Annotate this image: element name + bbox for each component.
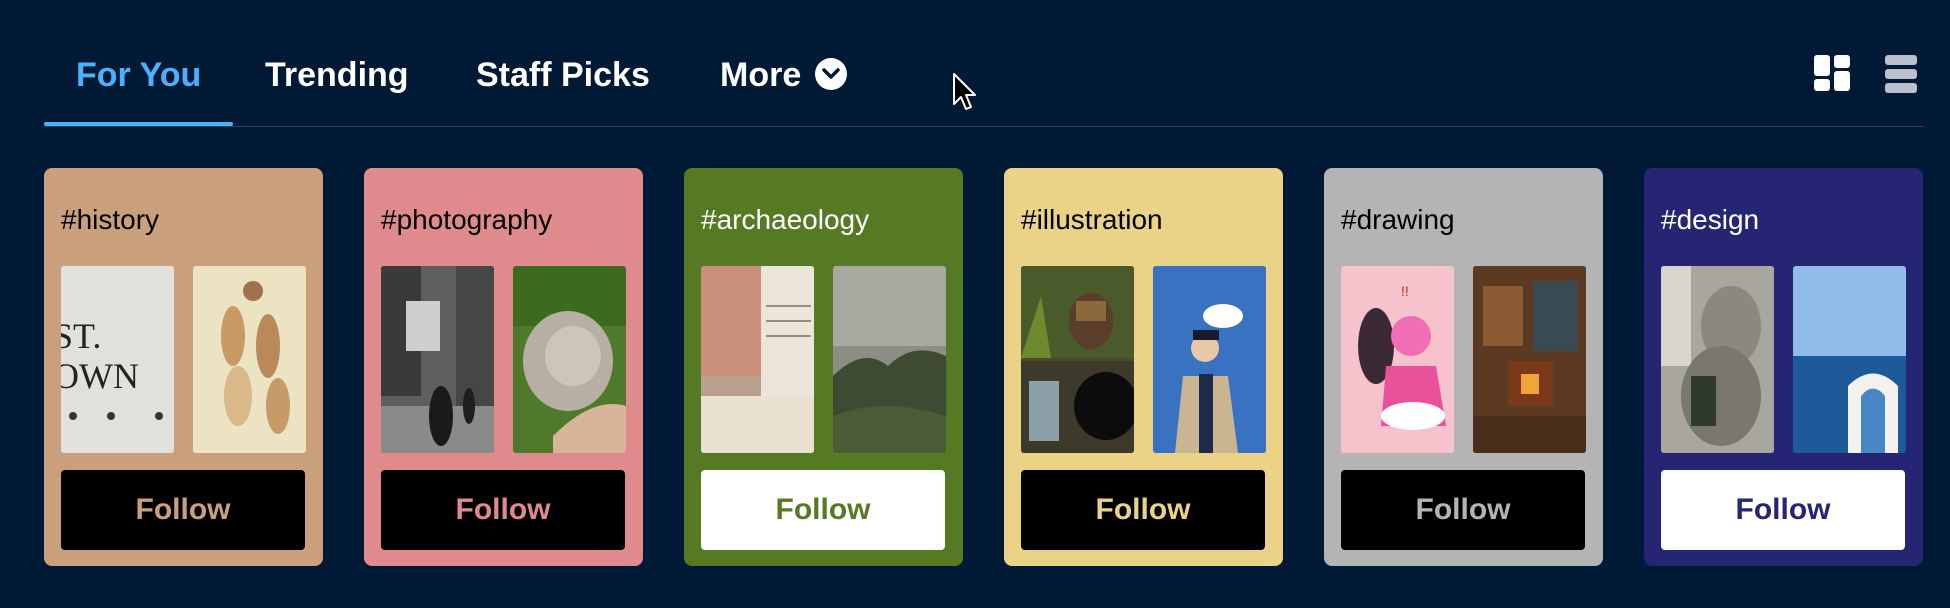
tag-card-history[interactable]: #history ST. OWN Follow <box>44 168 323 566</box>
thumbnail-image <box>1661 266 1774 453</box>
tag-name: #history <box>61 204 160 235</box>
svg-text:!!: !! <box>1401 283 1409 299</box>
tag-name: #illustration <box>1021 204 1163 235</box>
thumbnail-image: !! <box>1341 266 1454 453</box>
thumbnail-image <box>1473 266 1586 453</box>
tab-trending[interactable]: Trending <box>265 56 409 95</box>
tag-card-drawing[interactable]: #drawing !! Follow <box>1324 168 1603 566</box>
thumbnail-image <box>833 266 946 453</box>
thumbnail-image: ST. OWN <box>61 266 174 453</box>
tag-name: #design <box>1661 204 1760 235</box>
chevron-down-icon <box>815 58 848 91</box>
tag-card-illustration[interactable]: #illustration Follow <box>1004 168 1283 566</box>
tag-name: #drawing <box>1341 204 1455 235</box>
tag-card-photography[interactable]: #photography Follow <box>364 168 643 566</box>
thumbnail-image <box>701 266 814 453</box>
tab-staff-picks[interactable]: Staff Picks <box>476 56 650 95</box>
thumbnail-image <box>1153 266 1266 453</box>
tag-card-design[interactable]: #design Follow <box>1644 168 1923 566</box>
follow-button[interactable]: Follow <box>1341 470 1585 550</box>
thumbnail-image <box>193 266 306 453</box>
tag-name: #archaeology <box>701 204 870 235</box>
thumbnail-image <box>1021 266 1134 453</box>
grid-view-icon <box>1814 55 1850 91</box>
tab-more[interactable]: More <box>720 56 848 95</box>
thumbnail-image <box>381 266 494 453</box>
list-view-button[interactable] <box>1884 54 1918 99</box>
tab-bar: For You Trending Staff Picks More <box>44 0 1924 128</box>
follow-button[interactable]: Follow <box>381 470 625 550</box>
tag-name: #photography <box>381 204 553 235</box>
list-view-icon <box>1885 55 1917 93</box>
svg-text:ST.: ST. <box>61 316 101 356</box>
mouse-cursor-icon <box>953 73 976 110</box>
follow-button[interactable]: Follow <box>701 470 945 550</box>
thumbnail-image <box>1793 266 1906 453</box>
tag-card-archaeology[interactable]: #archaeology Follow <box>684 168 963 566</box>
follow-button[interactable]: Follow <box>1661 470 1905 550</box>
tab-for-you[interactable]: For You <box>76 56 201 95</box>
follow-button[interactable]: Follow <box>1021 470 1265 550</box>
tab-more-label: More <box>720 56 802 94</box>
tabs-divider <box>44 126 1924 127</box>
svg-text:OWN: OWN <box>61 356 139 396</box>
thumbnail-image <box>513 266 626 453</box>
follow-button[interactable]: Follow <box>61 470 305 550</box>
grid-view-button[interactable] <box>1813 54 1851 97</box>
